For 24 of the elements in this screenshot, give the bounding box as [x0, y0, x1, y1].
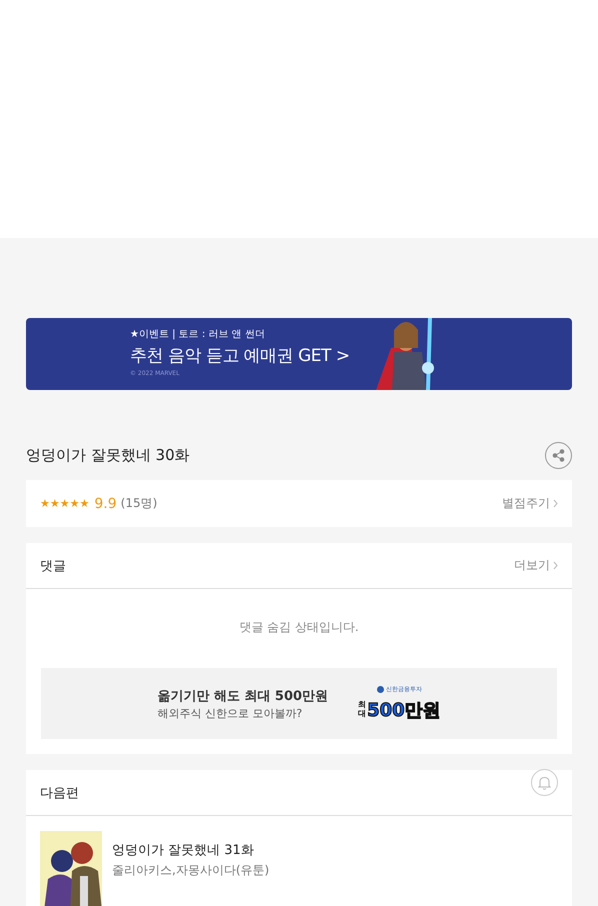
ad-badge-amount: 500만원 — [367, 699, 441, 722]
ad-badge-prefix: 최대 — [358, 701, 366, 719]
hidden-comments-notice: 댓글 숨김 상태입니다. — [238, 619, 360, 636]
banner-eyebrow: ★이벤트 | 토르 : 러브 앤 썬더 — [130, 328, 266, 341]
ad-headline: 옮기기만 해도 최대 500만원 — [157, 688, 328, 704]
section-title: 다음편 — [40, 784, 79, 802]
rating-count: (15명) — [120, 495, 158, 512]
next-episode-authors: 줄리아키스,자몽사이다(유툰) — [112, 862, 270, 879]
more-button[interactable]: 더보기 — [514, 557, 558, 574]
bell-icon — [538, 776, 551, 790]
chevron-right-icon — [553, 499, 558, 508]
alarm-button[interactable] — [531, 769, 558, 796]
star-rating: ★★★★★ — [40, 497, 90, 510]
rate-button[interactable]: 별점주기 — [502, 495, 558, 512]
banner-headline: 추천 음악 듣고 예매권 GET > — [130, 345, 350, 367]
brand-logo-icon — [376, 686, 384, 693]
episode-title: 엉덩이가 잘못했네 30화 — [26, 446, 190, 464]
ad-subline: 해외주식 신한으로 모아볼까? — [157, 706, 304, 720]
chevron-right-icon — [553, 561, 558, 570]
rating-score: 9.9 — [94, 496, 117, 512]
section-title: 댓글 — [40, 558, 66, 574]
next-episode-title[interactable]: 엉덩이가 잘못했네 31화 — [112, 841, 270, 859]
share-icon — [552, 448, 565, 462]
share-button[interactable] — [545, 442, 572, 468]
